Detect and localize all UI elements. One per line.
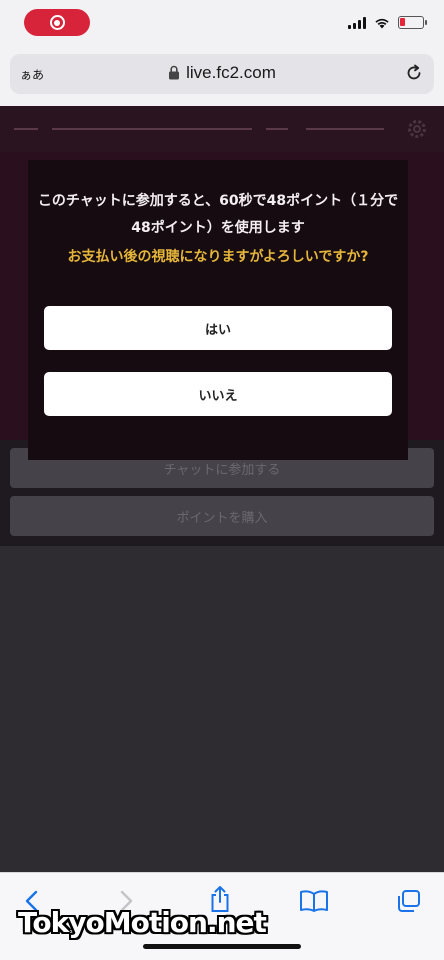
battery-level — [400, 18, 405, 26]
status-bar — [0, 0, 444, 48]
record-icon — [49, 15, 65, 30]
no-button[interactable]: いいえ — [44, 372, 392, 416]
channel-name — [52, 128, 252, 130]
watermark: TokyoMotion.net — [18, 906, 267, 939]
header-item — [306, 128, 384, 130]
header-item — [266, 128, 288, 130]
home-indicator[interactable] — [143, 944, 301, 949]
address-bar[interactable]: ぁあ live.fc2.com — [10, 54, 434, 94]
battery-icon — [398, 16, 427, 29]
buy-points-button: ポイントを購入 — [10, 496, 434, 536]
status-icons — [348, 16, 427, 29]
screen-recording-indicator[interactable] — [24, 9, 90, 36]
url-display[interactable]: live.fc2.com — [10, 63, 434, 83]
reload-icon[interactable] — [404, 63, 424, 83]
url-text: live.fc2.com — [186, 63, 276, 82]
dialog-message: このチャットに参加すると、60秒で48ポイント（１分で48ポイント）を使用します — [37, 193, 399, 236]
lock-icon — [169, 65, 180, 80]
site-header — [0, 106, 444, 152]
cellular-signal-icon — [348, 16, 366, 29]
gear-icon — [408, 120, 426, 138]
yes-button[interactable]: はい — [44, 306, 392, 350]
back-arrow — [14, 128, 38, 130]
tabs-icon[interactable] — [396, 889, 422, 913]
dialog-warning: お支払い後の視聴になりますがよろしいですか? — [67, 249, 369, 265]
confirm-dialog: このチャットに参加すると、60秒で48ポイント（１分で48ポイント）を使用します… — [28, 160, 408, 460]
browser-address-area: ぁあ live.fc2.com — [0, 48, 444, 106]
book-icon[interactable] — [299, 889, 329, 913]
wifi-icon — [375, 18, 389, 28]
